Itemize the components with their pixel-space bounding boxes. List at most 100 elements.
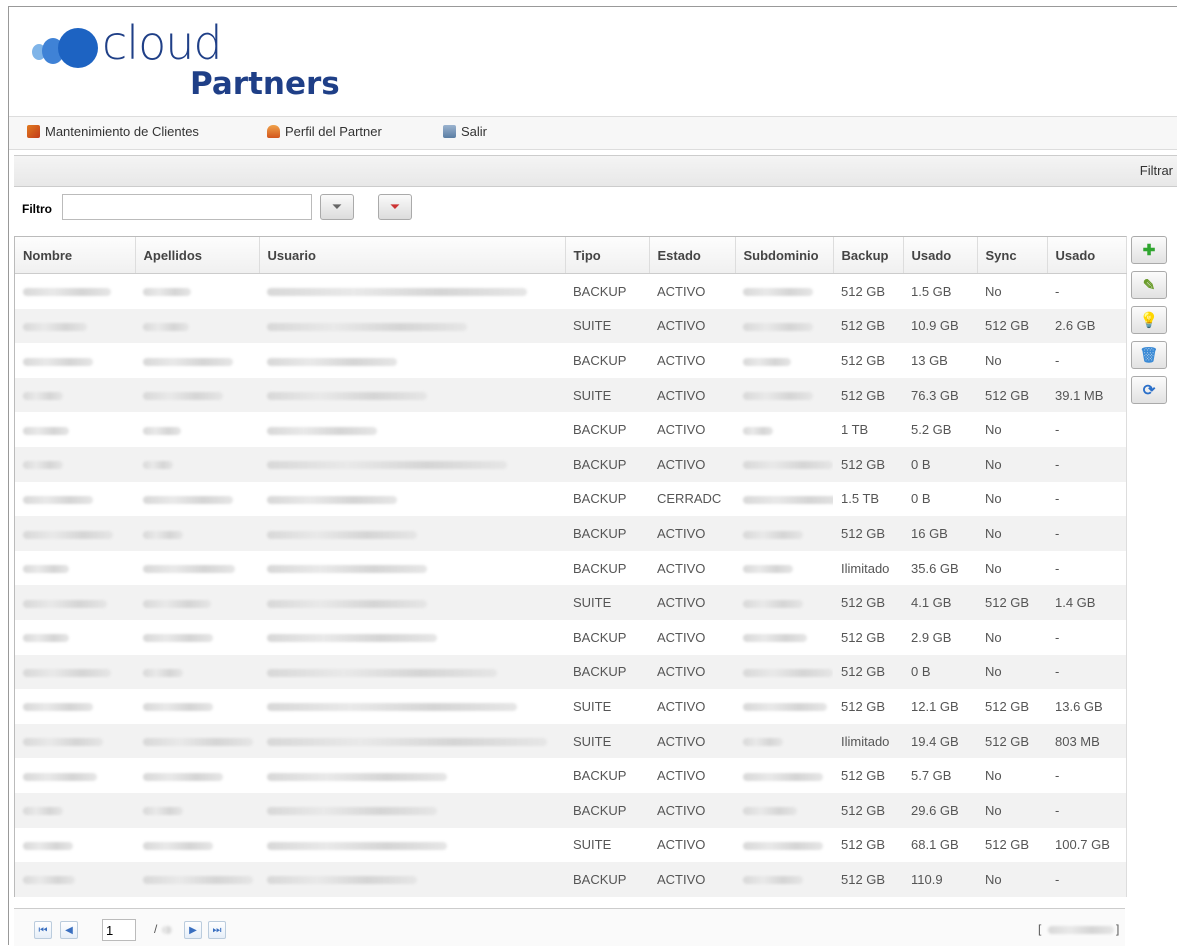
- cell-nombre: [15, 482, 135, 517]
- col-header-backup[interactable]: Backup: [833, 237, 904, 274]
- col-header-nombre[interactable]: Nombre: [15, 237, 136, 274]
- clients-grid: Nombre Apellidos Usuario Tipo Estado Sub…: [14, 236, 1127, 897]
- redacted-text: [267, 772, 447, 781]
- redacted-text: [143, 461, 173, 470]
- edit-button[interactable]: ✎: [1131, 271, 1167, 299]
- recycle-bin-button[interactable]: 🗑: [1131, 341, 1167, 369]
- cell-subdominio: [735, 308, 833, 344]
- first-page-icon: ⏮: [38, 924, 48, 936]
- cell-estado: ACTIVO: [657, 422, 706, 438]
- cell-usuario: [259, 654, 565, 690]
- cell-usado-sync: 100.7 GB: [1055, 837, 1110, 853]
- cell-tipo: BACKUP: [565, 446, 649, 482]
- pagination-bar: ⏮ ◀ / ▶ ⏭ [ ]: [14, 908, 1125, 946]
- col-header-sync[interactable]: Sync: [977, 237, 1048, 274]
- col-header-usado[interactable]: Usado: [903, 237, 978, 274]
- cell-apellidos: [135, 723, 259, 759]
- first-page-button[interactable]: ⏮: [34, 921, 52, 939]
- edit-icon: ✎: [1142, 277, 1156, 294]
- clear-filter-button[interactable]: ⏷: [378, 194, 412, 220]
- prev-page-button[interactable]: ◀: [60, 921, 78, 939]
- table-row[interactable]: BACKUP ACTIVO 1 TB 5.2 GB No -: [15, 412, 1126, 447]
- table-row[interactable]: BACKUP ACTIVO 512 GB 110.9 No -: [15, 862, 1126, 897]
- cell-estado: ACTIVO: [657, 560, 706, 576]
- table-row[interactable]: SUITE ACTIVO 512 GB 10.9 GB 512 GB 2.6 GB: [15, 308, 1126, 344]
- page-number-input[interactable]: [102, 919, 136, 941]
- table-row[interactable]: BACKUP ACTIVO 512 GB 2.9 GB No -: [15, 620, 1126, 655]
- redacted-text: [23, 288, 111, 297]
- filter-input[interactable]: [62, 194, 312, 220]
- table-row[interactable]: SUITE ACTIVO 512 GB 12.1 GB 512 GB 13.6 GB: [15, 689, 1126, 724]
- cell-usuario: [259, 308, 565, 344]
- add-button[interactable]: ✚: [1131, 236, 1167, 264]
- cell-estado: ACTIVO: [657, 352, 706, 368]
- cell-nombre: [15, 585, 135, 620]
- table-row[interactable]: BACKUP ACTIVO 512 GB 29.6 GB No -: [15, 792, 1126, 828]
- col-header-tipo[interactable]: Tipo: [565, 237, 650, 274]
- col-header-usado-sync[interactable]: Usado: [1047, 237, 1127, 274]
- table-row[interactable]: BACKUP ACTIVO 512 GB 0 B No -: [15, 446, 1126, 482]
- last-page-icon: ⏭: [212, 924, 222, 936]
- cell-estado: ACTIVO: [649, 792, 735, 828]
- redacted-text: [23, 772, 97, 781]
- redacted-text: [267, 392, 427, 401]
- redacted-text: [743, 461, 833, 470]
- cell-apellidos: [135, 620, 259, 655]
- col-header-apellidos[interactable]: Apellidos: [135, 237, 260, 274]
- cell-subdominio: [735, 585, 833, 620]
- col-header-subdominio[interactable]: Subdominio: [735, 237, 834, 274]
- cell-usado-sync: -: [1047, 792, 1126, 828]
- cell-sync: No: [985, 422, 1002, 438]
- table-row[interactable]: BACKUP ACTIVO 512 GB 16 GB No -: [15, 516, 1126, 551]
- cell-backup: 512 GB: [833, 446, 903, 482]
- cell-subdominio: [735, 482, 833, 517]
- apply-filter-button[interactable]: ⏷: [320, 194, 354, 220]
- table-row[interactable]: SUITE ACTIVO Ilimitado 19.4 GB 512 GB 803 MB: [15, 723, 1126, 759]
- table-row[interactable]: BACKUP CERRADC 1.5 TB 0 B No -: [15, 482, 1126, 517]
- cell-backup: 512 GB: [841, 629, 886, 645]
- cell-tipo: SUITE: [565, 723, 649, 759]
- cell-estado: ACTIVO: [657, 768, 706, 784]
- cell-apellidos: [135, 689, 259, 724]
- table-row[interactable]: BACKUP ACTIVO 512 GB 0 B No -: [15, 654, 1126, 690]
- redacted-text: [267, 322, 467, 331]
- table-row[interactable]: BACKUP ACTIVO 512 GB 13 GB No -: [15, 343, 1126, 378]
- cell-usuario: [259, 723, 565, 759]
- cell-usado-sync: -: [1047, 516, 1126, 551]
- menu-item-perfil-partner[interactable]: Perfil del Partner: [267, 124, 382, 139]
- menu-item-mantenimiento-clientes[interactable]: Mantenimiento de Clientes: [27, 124, 199, 139]
- cell-backup: 512 GB: [841, 837, 886, 853]
- lightbulb-button[interactable]: 💡: [1131, 306, 1167, 334]
- filtrar-toggle[interactable]: Filtrar: [1140, 163, 1173, 178]
- cell-usuario: [259, 274, 565, 309]
- cell-sync: No: [985, 283, 1002, 299]
- table-row[interactable]: SUITE ACTIVO 512 GB 76.3 GB 512 GB 39.1 MB: [15, 377, 1126, 413]
- refresh-button[interactable]: ⟳: [1131, 376, 1167, 404]
- col-header-usuario[interactable]: Usuario: [259, 237, 566, 274]
- cell-backup: 512 GB: [833, 585, 903, 620]
- menu-item-salir[interactable]: Salir: [443, 124, 487, 139]
- cell-nombre: [15, 412, 135, 447]
- cell-estado: ACTIVO: [657, 283, 706, 299]
- logo-subtitle: Partners: [190, 66, 340, 102]
- cell-subdominio: [735, 723, 833, 759]
- redacted-text: [743, 841, 823, 850]
- redacted-text: [267, 703, 517, 712]
- redacted-text: [267, 599, 427, 608]
- col-header-estado[interactable]: Estado: [649, 237, 736, 274]
- lightbulb-icon: 💡: [1139, 312, 1159, 329]
- table-row[interactable]: BACKUP ACTIVO 512 GB 5.7 GB No -: [15, 758, 1126, 793]
- cell-usuario: [259, 482, 565, 517]
- next-page-button[interactable]: ▶: [184, 921, 202, 939]
- redacted-text: [23, 841, 73, 850]
- cell-nombre: [15, 689, 135, 724]
- table-row[interactable]: BACKUP ACTIVO Ilimitado 35.6 GB No -: [15, 551, 1126, 586]
- table-row[interactable]: SUITE ACTIVO 512 GB 4.1 GB 512 GB 1.4 GB: [15, 585, 1126, 620]
- cell-usado: 0 B: [903, 654, 977, 690]
- table-row[interactable]: BACKUP ACTIVO 512 GB 1.5 GB No -: [15, 274, 1126, 309]
- table-row[interactable]: SUITE ACTIVO 512 GB 68.1 GB 512 GB 100.7 GB: [15, 828, 1126, 863]
- cell-estado: ACTIVO: [649, 723, 735, 759]
- cell-subdominio: [735, 689, 833, 724]
- cell-usuario: [259, 412, 565, 447]
- last-page-button[interactable]: ⏭: [208, 921, 226, 939]
